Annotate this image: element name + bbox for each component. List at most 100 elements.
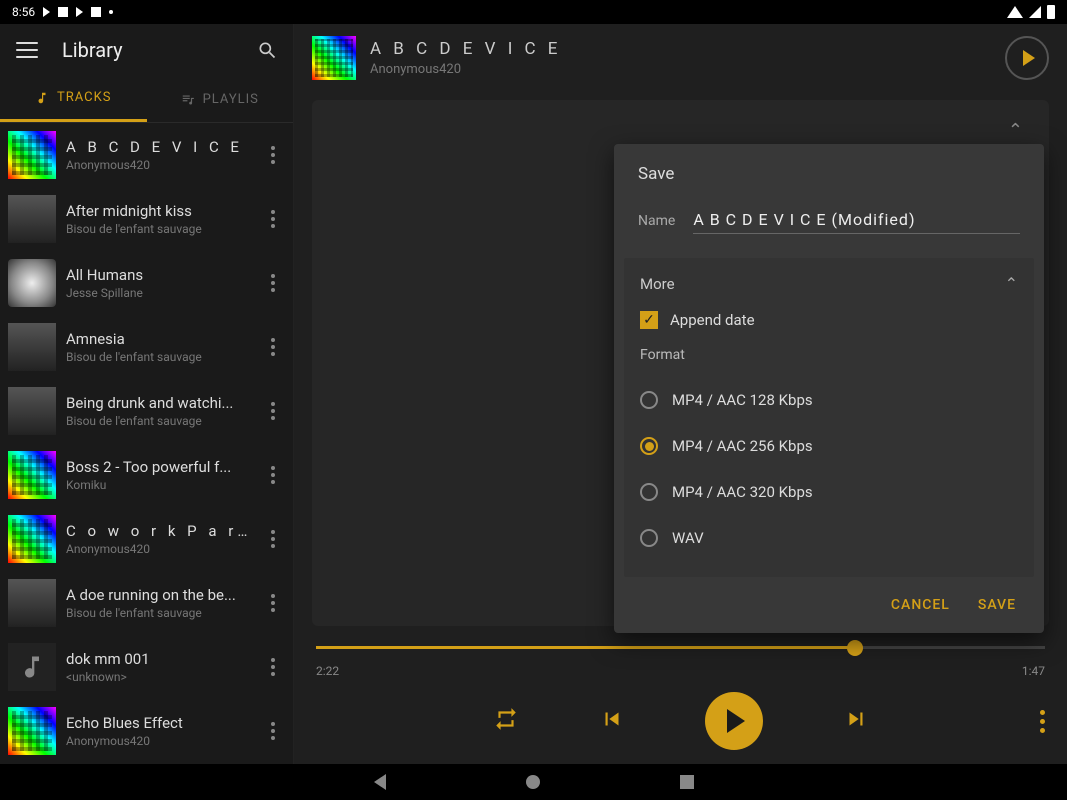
track-artist: Anonymous420 (66, 734, 251, 748)
format-option-128[interactable]: MP4 / AAC 128 Kbps (640, 377, 1018, 423)
track-title: A B C D E V I C E (66, 138, 251, 156)
track-row[interactable]: All HumansJesse Spillane (0, 251, 293, 315)
music-note-icon (35, 91, 49, 105)
track-title: dok mm 001 (66, 650, 251, 668)
track-artist: <unknown> (66, 670, 251, 684)
nav-back-icon[interactable] (374, 774, 386, 790)
track-thumb (8, 131, 56, 179)
track-thumb (8, 259, 56, 307)
track-artist: Bisou de l'enfant sauvage (66, 414, 251, 428)
play-indicator-icon-2 (76, 7, 83, 17)
format-option-320[interactable]: MP4 / AAC 320 Kbps (640, 469, 1018, 515)
play-icon-main (727, 709, 745, 733)
now-playing-thumb[interactable] (312, 36, 356, 80)
track-more-button[interactable] (261, 402, 285, 420)
tab-tracks[interactable]: TRACKS (0, 76, 147, 122)
radio-icon (640, 391, 658, 409)
track-artist: Bisou de l'enfant sauvage (66, 350, 251, 364)
main-panel: A B C D E V I C E Anonymous420 200% 400%… (294, 24, 1067, 764)
notif-icon (58, 7, 68, 17)
save-dialog: Save Name More ⌃ ✓ Append date Format MP… (614, 144, 1044, 633)
track-thumb (8, 707, 56, 755)
next-button[interactable] (843, 706, 869, 736)
track-thumb (8, 451, 56, 499)
track-more-button[interactable] (261, 210, 285, 228)
track-more-button[interactable] (261, 338, 285, 356)
track-title: After midnight kiss (66, 202, 251, 220)
checkbox-icon: ✓ (640, 311, 658, 329)
track-thumb (8, 323, 56, 371)
player-more-button[interactable] (1040, 710, 1045, 733)
nav-home-icon[interactable] (526, 775, 540, 789)
now-playing-title: A B C D E V I C E (370, 39, 991, 59)
append-date-checkbox[interactable]: ✓ Append date (640, 311, 1018, 329)
library-sidebar: Library TRACKS PLAYLIS A B C D E V I C E… (0, 24, 294, 764)
cancel-button[interactable]: CANCEL (891, 597, 950, 613)
track-list[interactable]: A B C D E V I C E Anonymous420 After midni… (0, 123, 293, 764)
track-title: C o w o r k P a r t ... (66, 522, 251, 540)
track-more-button[interactable] (261, 658, 285, 676)
name-label: Name (638, 213, 675, 229)
track-row[interactable]: A B C D E V I C E Anonymous420 (0, 123, 293, 187)
track-artist: Bisou de l'enfant sauvage (66, 222, 251, 236)
playlist-icon (181, 92, 195, 106)
collapse-section-1[interactable] (1008, 120, 1023, 141)
repeat-button[interactable] (493, 706, 519, 736)
track-row[interactable]: Echo Blues Effect Anonymous420 (0, 699, 293, 763)
track-artist: Jesse Spillane (66, 286, 251, 300)
android-status-bar: 8:56 (0, 0, 1067, 24)
sidebar-title: Library (62, 38, 233, 62)
more-toggle[interactable]: More ⌃ (640, 274, 1018, 293)
previous-button[interactable] (599, 706, 625, 736)
dot-icon (109, 10, 113, 14)
track-row[interactable]: Boss 2 - Too powerful f... Komiku (0, 443, 293, 507)
play-indicator-icon (43, 7, 50, 17)
track-title: Echo Blues Effect (66, 714, 251, 732)
track-artist: Anonymous420 (66, 158, 251, 172)
track-row[interactable]: C o w o r k P a r t ... Anonymous420 (0, 507, 293, 571)
track-more-button[interactable] (261, 466, 285, 484)
track-row[interactable]: Amnesia Bisou de l'enfant sauvage (0, 315, 293, 379)
track-thumb (8, 643, 56, 691)
progress-knob[interactable] (847, 640, 863, 656)
track-row[interactable]: A doe running on the be... Bisou de l'enf… (0, 571, 293, 635)
track-row[interactable]: Ending (0, 763, 293, 764)
track-more-button[interactable] (261, 146, 285, 164)
track-title: Amnesia (66, 330, 251, 348)
now-playing-artist: Anonymous420 (370, 62, 991, 77)
radio-icon (640, 529, 658, 547)
track-more-button[interactable] (261, 274, 285, 292)
track-more-button[interactable] (261, 530, 285, 548)
progress-bar[interactable] (316, 636, 1045, 660)
nav-recent-icon[interactable] (680, 775, 694, 789)
track-more-button[interactable] (261, 594, 285, 612)
progress-fill (316, 646, 855, 649)
track-title: Boss 2 - Too powerful f... (66, 458, 251, 476)
format-256-label: MP4 / AAC 256 Kbps (672, 437, 813, 455)
now-playing-header: A B C D E V I C E Anonymous420 (294, 24, 1067, 92)
save-button[interactable]: SAVE (978, 597, 1016, 613)
search-icon[interactable] (257, 40, 277, 60)
library-tabs: TRACKS PLAYLIS (0, 76, 293, 123)
format-128-label: MP4 / AAC 128 Kbps (672, 391, 813, 409)
track-artist: Bisou de l'enfant sauvage (66, 606, 251, 620)
append-date-label: Append date (670, 311, 755, 329)
menu-icon[interactable] (16, 42, 38, 58)
track-row[interactable]: After midnight kiss Bisou de l'enfant sau… (0, 187, 293, 251)
track-more-button[interactable] (261, 722, 285, 740)
notif-icon-2 (91, 7, 101, 17)
track-artist: Komiku (66, 478, 251, 492)
header-play-button[interactable] (1005, 36, 1049, 80)
name-input[interactable] (693, 206, 1020, 234)
track-title: A doe running on the be... (66, 586, 251, 604)
format-option-256[interactable]: MP4 / AAC 256 Kbps (640, 423, 1018, 469)
play-pause-button[interactable] (705, 692, 763, 750)
more-label: More (640, 275, 675, 293)
tab-playlists[interactable]: PLAYLIS (147, 76, 294, 122)
track-row[interactable]: dok mm 001 <unknown> (0, 635, 293, 699)
battery-icon (1047, 5, 1055, 19)
format-option-wav[interactable]: WAV (640, 515, 1018, 561)
track-row[interactable]: Being drunk and watchi...Bisou de l'enfa… (0, 379, 293, 443)
track-thumb (8, 387, 56, 435)
track-artist: Anonymous420 (66, 542, 251, 556)
